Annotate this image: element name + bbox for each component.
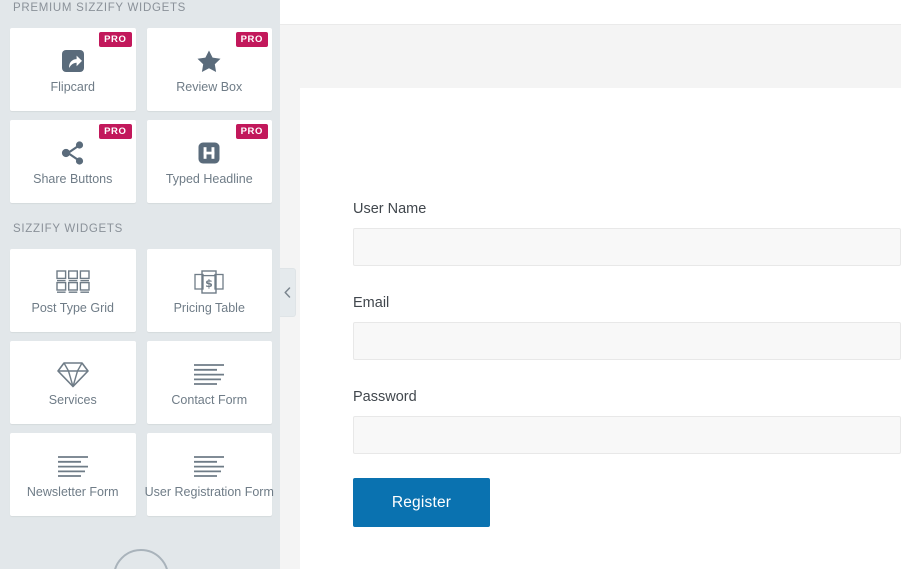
chevron-left-icon (284, 287, 291, 298)
preview-topbar (280, 0, 901, 25)
widgets-sidebar: PREMIUM SIZZIFY WIDGETS PRO Flipcard PRO (0, 0, 280, 569)
pricing-table-icon: $ (194, 265, 224, 299)
pro-badge: PRO (235, 32, 268, 47)
widget-card-review-box[interactable]: PRO Review Box (146, 28, 272, 111)
widget-label: Contact Form (171, 393, 248, 407)
password-label: Password (353, 389, 417, 405)
pro-badge: PRO (235, 124, 268, 139)
pro-badge: PRO (99, 124, 132, 139)
widget-card-pricing-table[interactable]: $ Pricing Table (146, 249, 272, 332)
widget-card-share-buttons[interactable]: PRO Share Buttons (10, 120, 136, 203)
widget-card-newsletter-form[interactable]: Newsletter Form (10, 433, 136, 516)
widget-label: Services (48, 393, 97, 407)
content-canvas: User Name Email Password Register (300, 88, 901, 569)
widget-card-typed-headline[interactable]: PRO Typed Headline (146, 120, 272, 203)
pro-badge: PRO (99, 32, 132, 47)
widget-label: Newsletter Form (26, 485, 119, 499)
widget-label: Pricing Table (173, 301, 245, 315)
user-name-input[interactable] (353, 228, 901, 266)
widget-label: Review Box (176, 80, 243, 94)
add-widget-circle[interactable] (113, 549, 169, 569)
premium-widgets-grid: PRO Flipcard PRO Review Box PRO Share Bu… (10, 28, 272, 203)
preview-pane: User Name Email Password Register (280, 0, 901, 569)
share-nodes-icon (59, 136, 87, 170)
widget-label: Share Buttons (33, 172, 113, 186)
diamond-icon (56, 357, 89, 391)
password-input[interactable] (353, 416, 901, 454)
widget-builder-screen: PREMIUM SIZZIFY WIDGETS PRO Flipcard PRO (0, 0, 901, 569)
register-button[interactable]: Register (353, 478, 490, 527)
flipcard-icon (59, 44, 87, 78)
form-lines-icon (193, 357, 225, 391)
user-registration-form: User Name Email Password Register (353, 200, 901, 527)
field-password: Password (353, 388, 901, 454)
sidebar-collapse-toggle[interactable] (280, 268, 296, 317)
widget-card-contact-form[interactable]: Contact Form (146, 341, 272, 424)
post-grid-icon (56, 265, 90, 299)
form-lines-icon (193, 449, 225, 483)
widget-card-post-type-grid[interactable]: Post Type Grid (10, 249, 136, 332)
form-lines-icon (57, 449, 89, 483)
star-icon (195, 44, 223, 78)
widget-card-services[interactable]: Services (10, 341, 136, 424)
email-input[interactable] (353, 322, 901, 360)
widget-card-user-registration-form[interactable]: User Registration Form (144, 433, 274, 516)
widget-label: Typed Headline (165, 172, 253, 186)
widget-card-flipcard[interactable]: PRO Flipcard (10, 28, 136, 111)
widget-label: User Registration Form (144, 485, 274, 499)
email-label: Email (353, 295, 390, 311)
svg-text:$: $ (205, 277, 213, 290)
section-title-premium: PREMIUM SIZZIFY WIDGETS (13, 2, 187, 14)
typed-headline-icon (195, 136, 223, 170)
user-name-label: User Name (353, 201, 427, 217)
field-user-name: User Name (353, 200, 901, 266)
widget-label: Flipcard (50, 80, 95, 94)
standard-widgets-grid: Post Type Grid $ Pricing Table Services … (10, 249, 274, 516)
widget-label: Post Type Grid (31, 301, 114, 315)
field-email: Email (353, 294, 901, 360)
section-title-standard: SIZZIFY WIDGETS (13, 223, 123, 235)
